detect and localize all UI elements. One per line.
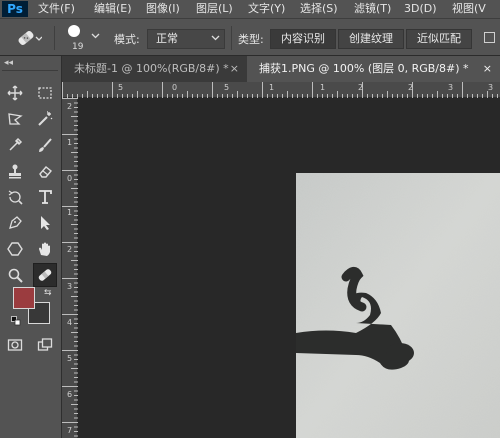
- path-selection-tool[interactable]: [34, 212, 56, 234]
- menu-edit[interactable]: 编辑(E): [94, 0, 132, 18]
- vertical-ruler: 2 1 0 1 2 3 4 5 6 7: [62, 98, 78, 438]
- type-create-texture[interactable]: 创建纹理: [338, 29, 404, 49]
- brush-size: 19: [72, 42, 84, 52]
- type-label: 类型:: [238, 33, 264, 46]
- ruler-label: 0: [172, 83, 178, 92]
- menu-bar: Ps 文件(F) 编辑(E) 图像(I) 图层(L) 文字(Y) 选择(S) 滤…: [0, 0, 500, 18]
- zoom-icon: [8, 268, 23, 283]
- type-proximity-match[interactable]: 近似匹配: [406, 29, 472, 49]
- eyedropper-tool[interactable]: [4, 134, 26, 156]
- foreground-color-swatch[interactable]: [13, 287, 35, 309]
- tool-preset-healing-icon[interactable]: [16, 28, 43, 51]
- collapse-panel-icon[interactable]: ◂◂: [4, 58, 13, 68]
- ruler-label: 4: [67, 318, 73, 327]
- ruler-label: 2: [67, 102, 73, 111]
- shape-tool[interactable]: [4, 238, 26, 260]
- menu-select[interactable]: 选择(S): [300, 0, 338, 18]
- ruler-label: 7: [67, 426, 73, 435]
- menu-filter[interactable]: 滤镜(T): [354, 0, 391, 18]
- brush-tip-icon: [68, 25, 80, 37]
- text-tool[interactable]: [34, 186, 56, 208]
- ruler-label: 6: [67, 390, 73, 399]
- ruler-label: 1: [269, 83, 275, 92]
- history-brush-tool[interactable]: [4, 186, 26, 208]
- move-icon: [7, 85, 23, 101]
- ruler-label: 2: [67, 245, 73, 254]
- tab-label: 未标题-1 @ 100%(RGB/8#) *: [74, 62, 229, 75]
- marquee-tool[interactable]: [34, 82, 56, 104]
- quick-mask-icon: [7, 339, 23, 351]
- stamp-icon: [9, 164, 21, 179]
- ruler-label: 1: [320, 83, 326, 92]
- lasso-icon: [8, 113, 23, 125]
- hand-icon: [39, 242, 50, 256]
- menu-layer[interactable]: 图层(L): [196, 0, 233, 18]
- menu-file[interactable]: 文件(F): [38, 0, 75, 18]
- ruler-label: 5: [118, 83, 124, 92]
- mode-select-value: 正常: [156, 32, 178, 45]
- type-content-aware[interactable]: 内容识别: [270, 29, 336, 49]
- menu-3d[interactable]: 3D(D): [404, 0, 437, 18]
- menu-view[interactable]: 视图(V: [452, 0, 486, 18]
- ruler-label: 0: [67, 174, 73, 183]
- eyedropper-icon: [9, 137, 23, 151]
- ruler-label: 1: [67, 138, 73, 147]
- clone-stamp-tool[interactable]: [4, 160, 26, 182]
- horizontal-ruler: 5 0 5 1 1 2 2 3 3: [62, 82, 500, 98]
- path-select-icon: [41, 216, 50, 230]
- magic-wand-icon: [38, 111, 53, 126]
- brush-preview[interactable]: [68, 25, 80, 37]
- eraser-tool[interactable]: [34, 160, 56, 182]
- brush-dropdown-chevron-icon[interactable]: [91, 30, 100, 43]
- options-bar: 19 模式: 正常 类型: 内容识别 创建纹理 近似匹配: [0, 18, 500, 56]
- chevron-down-icon: [211, 30, 220, 48]
- zoom-tool[interactable]: [4, 264, 26, 286]
- magic-wand-tool[interactable]: [34, 108, 56, 130]
- sample-all-layers-checkbox[interactable]: [484, 32, 495, 43]
- tools-panel: ◂◂ ⇆: [0, 56, 62, 438]
- ruler-label: 1: [67, 208, 73, 217]
- menu-image[interactable]: 图像(I): [146, 0, 180, 18]
- brush-tool[interactable]: [34, 134, 56, 156]
- eraser-icon: [39, 166, 52, 178]
- ruler-label: 3: [67, 282, 73, 291]
- tab-label: 捕获1.PNG @ 100% (图层 0, RGB/8#) *: [259, 62, 469, 75]
- app-logo: Ps: [2, 1, 28, 17]
- close-icon[interactable]: ×: [230, 56, 239, 82]
- pen-tool[interactable]: [4, 212, 26, 234]
- close-icon[interactable]: ×: [483, 56, 492, 82]
- swap-colors-icon[interactable]: ⇆: [44, 288, 52, 298]
- ruler-label: 3: [448, 83, 454, 92]
- history-brush-icon: [8, 190, 23, 205]
- ruler-label: 5: [224, 83, 230, 92]
- brush-icon: [39, 138, 52, 152]
- move-tool[interactable]: [4, 82, 26, 104]
- screen-mode-icon: [37, 338, 53, 351]
- hand-tool[interactable]: [34, 238, 56, 260]
- default-colors-icon[interactable]: [11, 316, 21, 329]
- healing-brush-tool[interactable]: [33, 263, 57, 287]
- screen-mode-button[interactable]: [34, 334, 56, 356]
- shape-icon: [7, 242, 23, 256]
- text-icon: [39, 190, 52, 204]
- quick-mask-button[interactable]: [4, 334, 26, 356]
- ruler-label: 2: [358, 83, 364, 92]
- ruler-label: 5: [67, 354, 73, 363]
- ruler-label: 3: [488, 83, 494, 92]
- tab-capture-png[interactable]: 捕获1.PNG @ 100% (图层 0, RGB/8#) * ×: [247, 56, 500, 82]
- tab-untitled[interactable]: 未标题-1 @ 100%(RGB/8#) * ×: [62, 56, 247, 82]
- menu-type[interactable]: 文字(Y): [248, 0, 285, 18]
- lasso-tool[interactable]: [4, 108, 26, 130]
- image-layer[interactable]: [296, 173, 500, 438]
- pen-icon: [9, 216, 22, 229]
- mode-select[interactable]: 正常: [147, 29, 225, 49]
- mode-label: 模式:: [114, 33, 140, 46]
- ruler-label: 2: [408, 83, 414, 92]
- document-tab-bar: 未标题-1 @ 100%(RGB/8#) * × 捕获1.PNG @ 100% …: [62, 56, 500, 82]
- marquee-icon: [38, 87, 52, 99]
- healing-brush-icon: [38, 269, 52, 281]
